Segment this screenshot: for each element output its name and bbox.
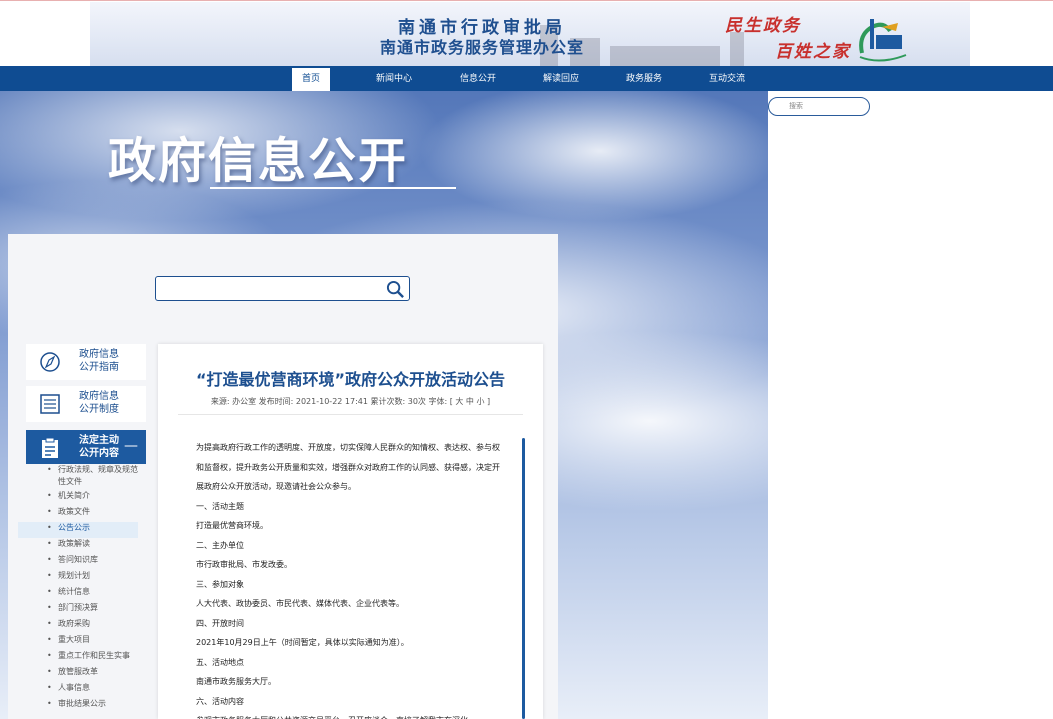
submenu-item-plans[interactable]: 规划计划: [18, 570, 138, 586]
submenu-item-budget[interactable]: 部门预决算: [18, 602, 138, 618]
article-paragraph: 2021年10月29日上午（时间暂定，具体以实际通知为准）。: [196, 638, 409, 647]
list-icon: [40, 394, 60, 414]
article-paragraph: 人大代表、政协委员、市民代表、媒体代表、企业代表等。: [196, 599, 404, 608]
submenu-item-statistics[interactable]: 统计信息: [18, 586, 138, 602]
submenu-item-policy-docs[interactable]: 政策文件: [18, 506, 138, 522]
collapse-toggle[interactable]: —: [124, 438, 138, 454]
submenu-item-org-intro[interactable]: 机关简介: [18, 490, 138, 506]
nav-news[interactable]: 新闻中心: [368, 68, 420, 91]
submenu-item-reform[interactable]: 放管服改革: [18, 666, 138, 682]
hero-underline: [210, 187, 456, 189]
nantong-logo-icon: [859, 19, 907, 62]
header-title-line1: 南通市行政审批局: [398, 18, 566, 38]
menu-statutory-label-2: 公开内容: [79, 448, 119, 459]
article-paragraph: 南通市政务服务大厅。: [196, 677, 276, 686]
nav-interaction[interactable]: 互动交流: [701, 68, 753, 91]
article-paragraph: 二、主办单位: [196, 540, 244, 550]
submenu-item-procurement[interactable]: 政府采购: [18, 618, 138, 634]
submenu-item-major-projects[interactable]: 重大项目: [18, 634, 138, 650]
submenu-item-approval-results[interactable]: 审批结果公示: [18, 698, 138, 714]
menu-system-label: 政府信息 公开制度: [79, 390, 119, 416]
menu-guide[interactable]: 政府信息 公开指南: [26, 344, 146, 380]
submenu-item-qa-knowledge[interactable]: 答问知识库: [18, 554, 138, 570]
site-header: 南通市行政审批局 南通市政务服务管理办公室 民生政务 百姓之家: [0, 0, 1053, 67]
main-nav: 首页 新闻中心 信息公开 解读回应 政务服务 互动交流: [0, 66, 1053, 91]
menu-guide-label: 政府信息 公开指南: [79, 348, 119, 374]
menu-system-label-1: 政府信息: [79, 391, 119, 402]
article-body: 为提高政府行政工作的透明度、开放度，切实保障人民群众的知情权、表达权、参与权和监…: [178, 438, 504, 719]
nav-info-disclosure[interactable]: 信息公开: [452, 68, 504, 91]
menu-statutory-label: 法定主动 公开内容: [79, 434, 119, 460]
submenu-item-personnel[interactable]: 人事信息: [18, 682, 138, 698]
article-scrollbar[interactable]: [522, 438, 525, 719]
side-search-input[interactable]: 搜索: [768, 97, 870, 116]
article-paragraph: 参观市政务服务大厅和公共资源交易平台，召开座谈会，直接了解我市在深化: [178, 711, 504, 719]
article-paragraph: 打造最优营商环境。: [196, 521, 268, 530]
menu-system[interactable]: 政府信息 公开制度: [26, 386, 146, 422]
article-paragraph: 四、开放时间: [196, 618, 244, 628]
menu-statutory-content[interactable]: 法定主动 公开内容 —: [26, 430, 146, 464]
article-paragraph: 三、参加对象: [196, 579, 244, 589]
article-card: “打造最优营商环境”政府公众开放活动公告 来源: 办公室 发布时间: 2021-…: [158, 344, 543, 719]
article-paragraph: 市行政审批局、市发改委。: [196, 560, 292, 569]
compass-icon: [40, 352, 60, 372]
nav-gov-service[interactable]: 政务服务: [618, 68, 670, 91]
article-title: “打造最优营商环境”政府公众开放活动公告: [195, 370, 506, 389]
article-paragraph: 为提高政府行政工作的透明度、开放度，切实保障人民群众的知情权、表达权、参与权和监…: [196, 443, 500, 491]
menu-guide-label-1: 政府信息: [79, 349, 119, 360]
submenu-list: 行政法规、规章及规范性文件 机关简介 政策文件 公告公示 政策解读 答问知识库 …: [18, 464, 138, 714]
hero-title: 政府信息公开: [108, 133, 409, 189]
article-paragraph: 六、活动内容: [196, 696, 244, 706]
search-icon[interactable]: [386, 280, 405, 299]
article-divider: [178, 414, 523, 415]
article-paragraph: 五、活动地点: [196, 657, 244, 667]
menu-statutory-label-1: 法定主动: [79, 435, 119, 446]
header-slogan-1: 民生政务: [725, 16, 801, 36]
panel-search-input[interactable]: [155, 276, 410, 301]
nav-interpretation[interactable]: 解读回应: [535, 68, 587, 91]
submenu-item-key-work[interactable]: 重点工作和民生实事: [18, 650, 138, 666]
article-paragraph: 一、活动主题: [196, 501, 244, 511]
submenu-item-announcements[interactable]: 公告公示: [18, 522, 138, 538]
header-title-line2: 南通市政务服务管理办公室: [380, 38, 585, 57]
menu-system-label-2: 公开制度: [79, 404, 119, 415]
submenu-item-policy-interpretation[interactable]: 政策解读: [18, 538, 138, 554]
submenu-item-regulations[interactable]: 行政法规、规章及规范性文件: [18, 464, 138, 490]
header-slogan-2: 百姓之家: [775, 42, 851, 62]
nav-home[interactable]: 首页: [292, 68, 330, 91]
menu-guide-label-2: 公开指南: [79, 362, 119, 373]
article-meta: 来源: 办公室 发布时间: 2021-10-22 17:41 累计次数: 30次…: [210, 397, 491, 406]
clipboard-icon: [42, 437, 58, 458]
header-title: 南通市行政审批局 南通市政务服务管理办公室: [380, 18, 584, 58]
